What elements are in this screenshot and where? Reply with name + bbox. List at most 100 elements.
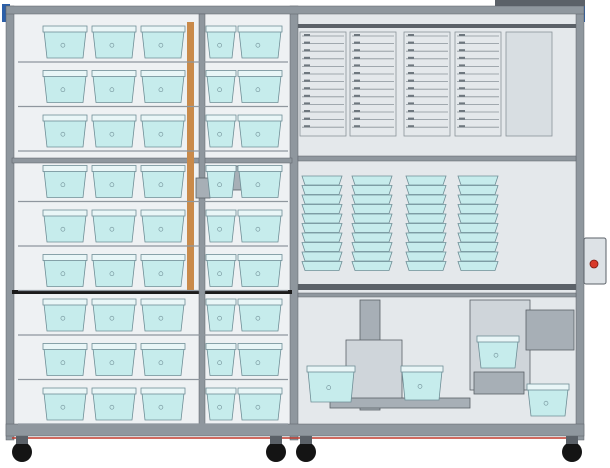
left-cage-r2-c5 <box>237 70 283 103</box>
left-cage-r4-c4-lid <box>205 165 237 172</box>
drawer-handle-c3-d3 <box>408 49 414 52</box>
stacked-cage-c1-8 <box>301 242 343 252</box>
left-cage-r7-c4 <box>205 298 237 332</box>
stacked-cage-c2-3 <box>351 194 393 205</box>
stacked-cage-c3-5 <box>405 213 447 224</box>
left-cage-r1-c1-lid <box>42 25 88 33</box>
left-cage-r1-c1 <box>42 25 88 59</box>
left-cage-r4-c5-lid <box>237 165 283 172</box>
left-cage-r3-c3 <box>140 114 186 148</box>
drawer-handle-c1-d5 <box>304 64 310 67</box>
drawer-handle-c1-d9 <box>304 94 310 97</box>
stacked-cage-c3-10 <box>405 261 447 271</box>
left-cage-r2-c4 <box>205 70 237 103</box>
left-cage-r5-c4 <box>205 209 237 243</box>
lift-platform <box>473 371 525 395</box>
stacked-cage-c3-1 <box>405 175 447 186</box>
handled-cage-1 <box>306 365 356 403</box>
left-cage-r6-c2-lid <box>91 254 137 261</box>
handled-cage-1-body <box>307 370 355 403</box>
caster-wheel-2 <box>266 442 286 462</box>
left-cage-r3-c2-lid <box>91 114 137 122</box>
left-cage-r1-c2 <box>91 25 137 59</box>
drawer-handle-c1-d4 <box>304 56 310 59</box>
stacked-cage-c4-1 <box>457 175 499 186</box>
left-cage-r5-c4-body <box>206 214 236 243</box>
caster-mount-1 <box>16 436 28 444</box>
left-cage-r7-c1-lid <box>42 298 88 306</box>
left-cage-r8-c1-lid <box>42 343 88 350</box>
stacked-cage-c3-8 <box>405 242 447 252</box>
left-cage-r9-c4 <box>205 387 237 421</box>
left-cage-r7-c2 <box>91 298 137 332</box>
drawer-handle-c4-d1 <box>459 34 465 36</box>
left-cage-r8-c5 <box>237 343 283 376</box>
stacked-cage-c4-4 <box>457 204 499 214</box>
frame-post-middle <box>289 5 299 441</box>
left-cage-r6-c1 <box>42 254 88 287</box>
handled-cage-2 <box>400 365 444 401</box>
left-cage-r5-c3 <box>140 209 186 243</box>
drawer-handle-c2-d11 <box>354 110 360 112</box>
left-cage-r5-c5-lid <box>237 209 283 217</box>
stacked-cage-c1-6 <box>301 223 343 233</box>
drawer-handle-c4-d3 <box>459 49 465 52</box>
drawer-handle-c4-d4 <box>459 56 465 59</box>
stacked-cage-c1-2 <box>301 185 343 195</box>
left-cage-r2-c2-lid <box>91 70 137 77</box>
handled-cage-4-lid <box>526 383 570 391</box>
drawer-handle-c3-d1 <box>408 34 414 36</box>
stacked-cage-c4-6 <box>457 223 499 233</box>
stacked-cage-c2-7 <box>351 232 393 243</box>
stacked-cage-c3-7 <box>405 232 447 243</box>
drawer-handle-c2-d10 <box>354 102 360 105</box>
drawer-handle-c4-d8 <box>459 87 465 90</box>
left-cage-r9-c2-lid <box>91 387 137 395</box>
left-cage-r9-c4-body <box>206 392 236 421</box>
stacked-cage-c3-9 <box>405 251 447 262</box>
caster-wheel-4 <box>562 442 582 462</box>
handled-cage-4 <box>526 383 570 417</box>
drawer-handle-c3-d12 <box>408 117 414 120</box>
stacked-cage-c3-6 <box>405 223 447 233</box>
drawer-handle-c2-d7 <box>354 79 360 82</box>
left-cage-r1-c5-lid <box>237 25 283 33</box>
left-cage-r3-c2 <box>91 114 137 148</box>
left-cage-r1-c4-lid <box>205 25 237 33</box>
left-cage-r6-c1-lid <box>42 254 88 261</box>
frame-bottom-beam <box>5 423 585 437</box>
left-cage-r9-c5-lid <box>237 387 283 395</box>
left-cage-r4-c5 <box>237 165 283 198</box>
left-cage-r2-c3 <box>140 70 186 103</box>
left-cage-r6-c4 <box>205 254 237 287</box>
stacked-cage-c1-7 <box>301 232 343 243</box>
stacked-cage-c1-4 <box>301 204 343 214</box>
drawer-handle-c1-d1 <box>304 34 310 36</box>
handled-cage-2-lid <box>400 365 444 373</box>
drawer-handle-c2-d1 <box>354 34 360 36</box>
left-cage-r6-c3-lid <box>140 254 186 261</box>
drawer-handle-c3-d8 <box>408 87 414 90</box>
left-cage-r9-c1-lid <box>42 387 88 395</box>
left-cage-r6-c5 <box>237 254 283 287</box>
drawer-handle-c3-d11 <box>408 110 414 112</box>
caster-wheel-1 <box>12 442 32 462</box>
drawer-handle-c1-d8 <box>304 87 310 90</box>
robot-cabinet-drawing <box>2 0 607 462</box>
drawer-handle-c1-d7 <box>304 79 310 82</box>
left-cage-r8-c3 <box>140 343 186 376</box>
left-cage-r7-c3-lid <box>140 298 186 306</box>
drawer-handle-c2-d5 <box>354 64 360 67</box>
left-cage-r2-c4-body <box>206 75 236 103</box>
left-cage-r5-c2-lid <box>91 209 137 217</box>
drawer-handle-c2-d6 <box>354 72 360 74</box>
left-cage-r3-c1 <box>42 114 88 148</box>
stacked-cage-c2-4 <box>351 204 393 214</box>
left-cage-r7-c4-body <box>206 303 236 332</box>
drawer-handle-c2-d2 <box>354 41 360 44</box>
left-cage-r7-c5 <box>237 298 283 332</box>
stacked-cage-c2-10 <box>351 261 393 271</box>
drawer-handle-c1-d2 <box>304 41 310 44</box>
left-cage-r8-c2-lid <box>91 343 137 350</box>
left-cage-r8-c3-lid <box>140 343 186 350</box>
